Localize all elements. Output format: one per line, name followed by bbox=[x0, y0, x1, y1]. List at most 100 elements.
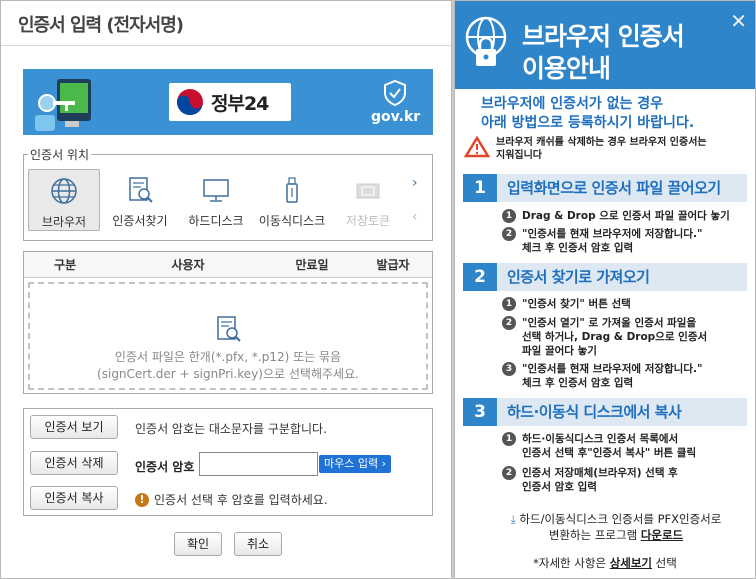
guide-section-2: 2 인증서 찾기로 가져오기 bbox=[463, 263, 747, 291]
chevron-right-icon: › bbox=[381, 457, 386, 470]
location-hard-disk-label: 하드디스크 bbox=[188, 214, 244, 228]
location-hard-disk[interactable]: 하드디스크 bbox=[180, 169, 252, 231]
drop-zone-text: 인증서 파일은 한개(*.pfx, *.p12) 또는 묶음 (signCert… bbox=[30, 349, 426, 383]
step-text: 하드·이동식디스크 인증서 목록에서 bbox=[522, 433, 679, 445]
step-text: 인증서 선택 후"인증서 복사" 버튼 클릭 bbox=[522, 447, 697, 459]
download-link[interactable]: 다운로드 bbox=[641, 528, 683, 542]
step-number: 2 bbox=[502, 227, 516, 241]
download-notice-line: 변환하는 프로그램 bbox=[548, 528, 641, 542]
location-removable-disk-label: 이동식디스크 bbox=[258, 214, 326, 228]
globe-icon bbox=[51, 178, 77, 204]
password-warning: ! 인증서 선택 후 암호를 입력하세요. bbox=[135, 491, 328, 508]
gov24-logo-text: 정부24 bbox=[211, 92, 269, 115]
password-label: 인증서 암호 bbox=[135, 460, 195, 474]
exclamation-icon: ! bbox=[135, 492, 149, 507]
phone-key-illustration bbox=[35, 79, 91, 131]
monitor-icon bbox=[203, 179, 229, 202]
cert-table: 구분 사용자 만료일 발급자 인증서 파일은 한개(*.pfx, *.p12) … bbox=[23, 251, 433, 394]
details-notice: *자세한 사항은 상세보기 선택 bbox=[455, 555, 755, 571]
govkr-text: gov.kr bbox=[371, 109, 421, 125]
mouse-input-button[interactable]: 마우스 입력 › bbox=[319, 455, 391, 473]
token-icon bbox=[356, 183, 380, 199]
step-number: 1 bbox=[502, 209, 516, 223]
guide-step: 3 "인증서를 현재 브라우저에 저장합니다." 체크 후 인증서 암호 입력 bbox=[502, 362, 747, 390]
step-text: 체크 후 인증서 암호 입력 bbox=[522, 242, 634, 254]
delete-cert-button[interactable]: 인증서 삭제 bbox=[30, 451, 118, 475]
guide-lead: 브라우저에 인증서가 없는 경우 아래 방법으로 등록하시기 바랍니다. bbox=[481, 95, 751, 133]
guide-step: 1 Drag & Drop 으로 인증서 파일 끌어다 놓기 bbox=[502, 209, 747, 223]
location-browser-label: 브라우저 bbox=[41, 215, 87, 229]
cert-drop-zone[interactable]: 인증서 파일은 한개(*.pfx, *.p12) 또는 묶음 (signCert… bbox=[28, 282, 428, 390]
column-header: 사용자 bbox=[171, 258, 205, 272]
step-text: "인증서 열기" 로 가져올 인증서 파일을 bbox=[522, 317, 697, 329]
step-text: "인증서를 현재 브라우저에 저장합니다." bbox=[522, 228, 703, 240]
cache-alert-text: 브라우저 캐쉬를 삭제하는 경우 브라우저 인증서는 지워집니다 bbox=[496, 136, 707, 162]
download-notice: ⤓ 하드/이동식디스크 인증서를 PFX인증서로 변환하는 프로그램 다운로드 bbox=[491, 511, 741, 543]
govkr-mark: gov.kr bbox=[371, 77, 421, 127]
globe-lock-icon bbox=[465, 16, 507, 66]
guide-section-3: 3 하드·이동식 디스크에서 복사 bbox=[463, 398, 747, 426]
title-divider bbox=[1, 45, 451, 46]
browser-cert-guide: 브라우저 인증서 이용안내 ✕ 브라우저에 인증서가 없는 경우 아래 방법으로… bbox=[454, 0, 756, 579]
section-number: 2 bbox=[463, 263, 497, 291]
location-token: 저장토큰 bbox=[332, 169, 404, 231]
cancel-button[interactable]: 취소 bbox=[234, 532, 282, 556]
cert-actions-group: 인증서 보기 인증서 삭제 인증서 복사 인증서 암호는 대소문자를 구분합니다… bbox=[23, 408, 433, 516]
step-number: 1 bbox=[502, 432, 516, 446]
details-suffix: 선택 bbox=[652, 556, 677, 570]
section-title: 입력화면으로 인증서 파일 끌어오기 bbox=[507, 179, 721, 197]
details-prefix: *자세한 사항은 bbox=[533, 556, 610, 570]
section-number: 3 bbox=[463, 398, 497, 426]
location-browser[interactable]: 브라우저 bbox=[28, 169, 100, 231]
cert-location-group: 인증서 위치 브라우저 인증서찾기 하드디스크 이동식디스크 저장토큰 › ‹ bbox=[23, 146, 433, 241]
guide-section-1: 1 입력화면으로 인증서 파일 끌어오기 bbox=[463, 174, 747, 202]
cert-table-header: 구분 사용자 만료일 발급자 bbox=[24, 252, 432, 278]
cert-location-label: 인증서 위치 bbox=[28, 146, 92, 163]
gov24-logo: 정부24 bbox=[169, 83, 291, 121]
cache-alert-line: 지워집니다 bbox=[496, 150, 542, 161]
step-text: 인증서 암호 입력 bbox=[522, 481, 597, 493]
guide-step: 2 "인증서를 현재 브라우저에 저장합니다." 체크 후 인증서 암호 입력 bbox=[502, 227, 747, 255]
step-text: 인증서 저장매체(브라우저) 선택 후 bbox=[522, 467, 678, 479]
close-icon[interactable]: ✕ bbox=[730, 9, 747, 33]
cert-search-icon bbox=[217, 316, 241, 342]
drop-zone-text-line: 인증서 파일은 한개(*.pfx, *.p12) 또는 묶음 bbox=[114, 350, 342, 364]
password-input[interactable] bbox=[199, 452, 318, 476]
details-link[interactable]: 상세보기 bbox=[610, 556, 652, 570]
step-text: 선택 하거나, Drag & Drop으로 인증서 bbox=[522, 331, 708, 343]
chevron-left-icon: ‹ bbox=[412, 209, 418, 225]
section-title: 인증서 찾기로 가져오기 bbox=[507, 268, 650, 286]
guide-step: 1 하드·이동식디스크 인증서 목록에서 인증서 선택 후"인증서 복사" 버튼… bbox=[502, 432, 747, 460]
download-notice-line: 하드/이동식디스크 인증서를 PFX인증서로 bbox=[519, 512, 722, 526]
copy-cert-button[interactable]: 인증서 복사 bbox=[30, 486, 118, 510]
location-removable-disk[interactable]: 이동식디스크 bbox=[256, 169, 328, 231]
guide-lead-line: 아래 방법으로 등록하시기 바랍니다. bbox=[481, 115, 695, 131]
column-header: 만료일 bbox=[295, 258, 329, 272]
confirm-button[interactable]: 확인 bbox=[174, 532, 222, 556]
location-cert-search[interactable]: 인증서찾기 bbox=[104, 169, 176, 231]
column-header: 구분 bbox=[53, 258, 77, 272]
step-text: 체크 후 인증서 암호 입력 bbox=[522, 377, 634, 389]
guide-title-line: 브라우저 인증서 bbox=[522, 22, 685, 51]
download-icon: ⤓ bbox=[510, 512, 516, 526]
chevron-right-icon[interactable]: › bbox=[412, 175, 418, 191]
gov24-banner: 정부24 gov.kr bbox=[23, 69, 433, 135]
case-sensitivity-hint: 인증서 암호는 대소문자를 구분합니다. bbox=[135, 422, 327, 436]
dialog-title: 인증서 입력 (전자서명) bbox=[18, 15, 184, 36]
location-token-label: 저장토큰 bbox=[345, 214, 391, 228]
guide-step: 2 "인증서 열기" 로 가져올 인증서 파일을 선택 하거나, Drag & … bbox=[502, 316, 747, 358]
step-text: Drag & Drop 으로 인증서 파일 끌어다 놓기 bbox=[522, 210, 730, 222]
step-number: 2 bbox=[502, 316, 516, 330]
step-text: "인증서 찾기" 버튼 선택 bbox=[522, 298, 631, 310]
guide-header: 브라우저 인증서 이용안내 ✕ bbox=[455, 1, 755, 89]
column-header: 발급자 bbox=[376, 258, 410, 272]
guide-step: 1 "인증서 찾기" 버튼 선택 bbox=[502, 297, 747, 311]
cert-input-dialog: 인증서 입력 (전자서명) 정부24 gov.kr 인증서 위치 브라우저 인증… bbox=[0, 0, 452, 579]
taegeuk-icon bbox=[177, 89, 203, 115]
view-cert-button[interactable]: 인증서 보기 bbox=[30, 415, 118, 439]
step-number: 1 bbox=[502, 297, 516, 311]
shield-check-icon bbox=[384, 79, 406, 107]
usb-icon bbox=[286, 177, 298, 203]
step-number: 3 bbox=[502, 362, 516, 376]
guide-title-line: 이용안내 bbox=[522, 54, 611, 83]
